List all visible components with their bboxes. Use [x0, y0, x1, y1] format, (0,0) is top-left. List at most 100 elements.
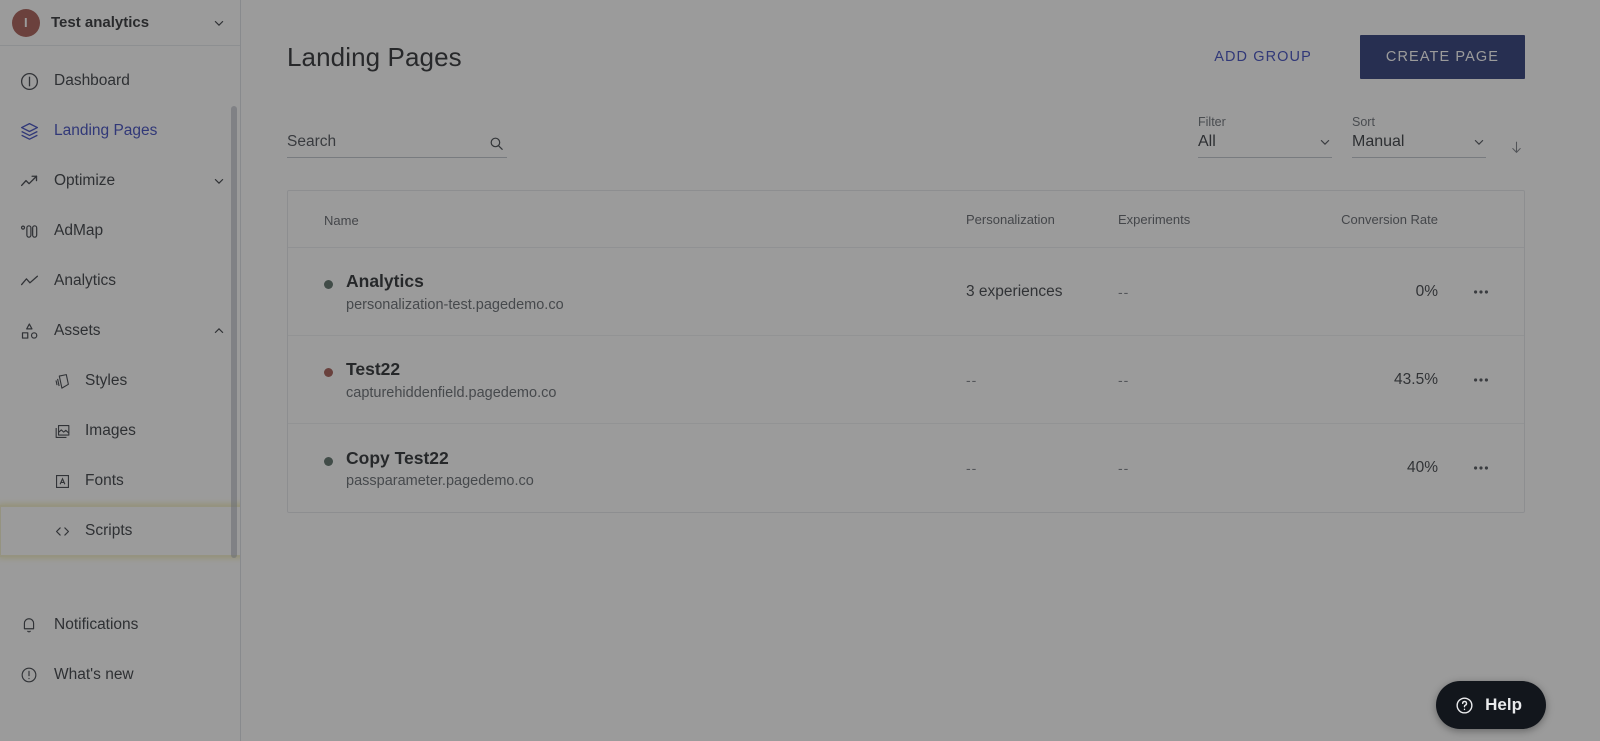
sidebar-item-notifications[interactable]: Notifications [0, 600, 240, 650]
column-header-name: Name [324, 212, 359, 228]
table-row[interactable]: Copy Test22 passparameter.pagedemo.co --… [288, 424, 1524, 512]
styles-icon [52, 370, 72, 392]
row-personalization: 3 experiences [966, 282, 1063, 300]
sidebar-item-label: Notifications [54, 616, 139, 633]
column-header-conversion-rate: Conversion Rate [1341, 211, 1438, 227]
column-header-personalization: Personalization [966, 211, 1055, 227]
chevron-down-icon [212, 16, 226, 30]
main-content: Landing Pages ADD GROUP CREATE PAGE Filt… [241, 0, 1600, 741]
row-experiments: -- [1118, 460, 1130, 476]
landing-pages-table: Name Personalization Experiments Convers… [287, 190, 1525, 513]
code-icon [52, 520, 72, 542]
sidebar-item-analytics[interactable]: Analytics [0, 256, 240, 306]
sidebar-scrollbar-thumb[interactable] [231, 106, 237, 558]
chevron-down-icon [1318, 135, 1332, 149]
more-horizontal-icon[interactable] [1438, 458, 1524, 478]
more-horizontal-icon[interactable] [1438, 282, 1524, 302]
column-header-experiments: Experiments [1118, 211, 1191, 227]
trend-up-icon [18, 170, 40, 192]
search-field[interactable] [287, 133, 507, 158]
sidebar-item-label: Scripts [85, 522, 133, 539]
org-name: Test analytics [51, 14, 150, 31]
dashboard-icon [18, 70, 40, 92]
row-page-name: Test22 [346, 359, 401, 379]
images-icon [52, 420, 72, 442]
question-circle-icon [1454, 695, 1475, 716]
sort-label: Sort [1352, 114, 1375, 129]
chevron-down-icon [1472, 135, 1486, 149]
sidebar: I Test analytics Dashboard Landing Pages… [0, 0, 241, 741]
search-input[interactable] [287, 133, 507, 151]
sidebar-item-assets[interactable]: Assets [0, 306, 240, 356]
sort-value: Manual [1352, 133, 1405, 150]
filter-select[interactable]: All [1198, 133, 1332, 158]
status-dot [324, 280, 333, 289]
fonts-icon [52, 470, 72, 492]
shapes-icon [18, 320, 40, 342]
sidebar-item-label: What's new [54, 666, 134, 683]
row-name-cell: Copy Test22 passparameter.pagedemo.co [324, 446, 966, 491]
sidebar-item-landing-pages[interactable]: Landing Pages [0, 106, 240, 156]
row-name-cell: Test22 capturehiddenfield.pagedemo.co [324, 357, 966, 402]
search-icon[interactable] [488, 135, 505, 152]
table-row[interactable]: Analytics personalization-test.pagedemo.… [288, 248, 1524, 336]
row-page-url: personalization-test.pagedemo.co [346, 296, 564, 313]
status-dot [324, 368, 333, 377]
sidebar-item-label: Fonts [85, 472, 124, 489]
toolbar-right: Filter All Sort Manual [1198, 114, 1525, 158]
sidebar-item-images[interactable]: Images [0, 406, 240, 456]
admap-icon [18, 220, 40, 242]
sidebar-item-label: Images [85, 422, 136, 439]
sidebar-item-styles[interactable]: Styles [0, 356, 240, 406]
filter-select-group: Filter All [1198, 114, 1332, 158]
bell-icon [18, 614, 40, 636]
info-circle-icon [18, 664, 40, 686]
row-experiments: -- [1118, 371, 1130, 388]
row-personalization: -- [966, 460, 978, 476]
chevron-up-icon [212, 324, 226, 338]
row-page-name: Analytics [346, 271, 424, 291]
row-experiments: -- [1118, 283, 1130, 300]
sidebar-scrollbar[interactable] [231, 0, 237, 741]
sidebar-item-label: Landing Pages [54, 122, 158, 139]
arrow-down-icon[interactable] [1508, 139, 1525, 156]
help-button-label: Help [1485, 695, 1522, 714]
sidebar-item-label: Dashboard [54, 72, 130, 89]
add-group-button[interactable]: ADD GROUP [1200, 39, 1326, 75]
sidebar-item-label: AdMap [54, 222, 104, 239]
sort-select[interactable]: Manual [1352, 133, 1486, 158]
sidebar-item-admap[interactable]: AdMap [0, 206, 240, 256]
sidebar-nav: Dashboard Landing Pages Optimize AdMap A… [0, 46, 240, 741]
table-header-row: Name Personalization Experiments Convers… [288, 191, 1524, 248]
more-horizontal-icon[interactable] [1438, 370, 1524, 390]
help-button[interactable]: Help [1436, 681, 1546, 729]
sort-select-group: Sort Manual [1352, 114, 1486, 158]
sidebar-item-fonts[interactable]: Fonts [0, 456, 240, 506]
sidebar-item-whats-new[interactable]: What's new [0, 650, 240, 700]
table-row[interactable]: Test22 capturehiddenfield.pagedemo.co --… [288, 336, 1524, 424]
row-page-url: capturehiddenfield.pagedemo.co [346, 384, 557, 401]
page-header: Landing Pages ADD GROUP CREATE PAGE [287, 0, 1525, 104]
sidebar-item-label: Analytics [54, 272, 117, 289]
row-conversion-rate: 43.5% [1394, 370, 1438, 388]
row-page-url: passparameter.pagedemo.co [346, 473, 534, 490]
sidebar-bottom-nav: Notifications What's new [0, 600, 240, 714]
filter-label: Filter [1198, 114, 1226, 129]
row-name-cell: Analytics personalization-test.pagedemo.… [324, 269, 966, 314]
avatar: I [12, 8, 40, 37]
org-switcher[interactable]: I Test analytics [0, 0, 240, 46]
sidebar-item-label: Optimize [54, 172, 116, 189]
sidebar-item-scripts[interactable]: Scripts [0, 505, 240, 557]
layers-icon [18, 120, 40, 142]
status-dot [324, 456, 333, 466]
app-root: I Test analytics Dashboard Landing Pages… [0, 0, 1600, 741]
line-chart-icon [18, 270, 40, 292]
filter-value: All [1198, 133, 1216, 150]
page-title: Landing Pages [287, 41, 462, 72]
sidebar-item-optimize[interactable]: Optimize [0, 156, 240, 206]
create-page-button[interactable]: CREATE PAGE [1359, 35, 1525, 79]
sidebar-item-label: Assets [54, 322, 101, 339]
sidebar-item-dashboard[interactable]: Dashboard [0, 56, 240, 106]
row-personalization: -- [966, 371, 978, 388]
